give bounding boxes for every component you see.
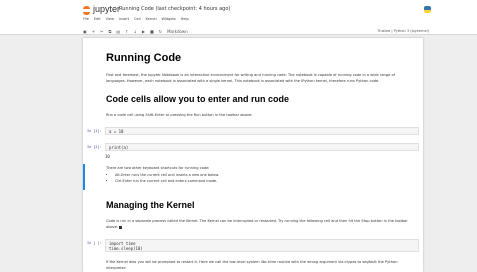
notebook-header: jupyter Running Code (last checkpoint: 4… [0,0,477,34]
code-cell-2[interactable]: print(a) [105,143,419,151]
menu-file[interactable]: File [83,17,89,23]
menu-widgets[interactable]: Widgets [162,17,176,23]
run-hint-text: Run a code cell using Shift-Enter or pre… [106,113,253,117]
copy-icon[interactable]: ⧉ [109,29,112,34]
menu-view[interactable]: View [106,17,114,23]
menu-kernel[interactable]: Kernel [146,17,157,23]
list-item: Ctrl-Enter run the current cell and ente… [115,178,219,184]
section-heading-code-cells: Code cells allow you to enter and run co… [106,94,290,104]
shortcuts-intro: There are two other keyboard shortcuts f… [106,166,210,170]
active-cell-indicator [83,164,85,190]
code-cell-1-source[interactable]: a = 10 [109,129,123,134]
intro-paragraph: First and foremost, the Jupyter Notebook… [106,73,395,83]
kernel-paragraph: Code is run in a separate process called… [106,218,411,230]
save-icon[interactable]: ▣ [83,29,87,34]
add-cell-icon[interactable]: + [92,29,95,34]
move-down-icon[interactable]: ↓ [134,29,137,34]
header-divider [0,34,477,35]
shortcut-list: Alt-Enter runs the current cell and inse… [109,172,219,184]
cell-3-prompt: In [ ]: [87,241,102,245]
code-cell-2-source[interactable]: print(a) [109,145,128,150]
stop-icon[interactable]: ■ [150,29,154,34]
cell-2-prompt: In [2]: [87,145,102,149]
menu-cell[interactable]: Cell [134,17,141,23]
menu-help[interactable]: Help [181,17,189,23]
kernel-status[interactable]: Trusted | Python 3 (ipykernel) [377,29,429,33]
notebook-page: Running Code First and foremost, the Jup… [83,38,423,272]
section-heading-kernel: Managing the Kernel [106,200,195,210]
cut-icon[interactable]: ✂ [100,29,103,34]
cell-type-select[interactable]: Markdown [167,29,188,34]
menu-bar: File Edit View Insert Cell Kernel Widget… [83,17,189,23]
kernel-paragraph-text: Code is run in a separate process called… [106,219,408,229]
cell-2-output: 10 [105,154,110,159]
brand-name[interactable]: jupyter [93,4,120,14]
code-cell-3-line-2[interactable]: time.sleep(10) [109,246,415,251]
code-cell-3[interactable]: import time time.sleep(10) [105,239,419,252]
restart-icon[interactable]: ↻ [159,29,162,34]
menu-edit[interactable]: Edit [94,17,101,23]
run-icon[interactable]: ▶ [142,29,145,34]
menu-insert[interactable]: Insert [119,17,129,23]
notebook-heading: Running Code [106,52,182,64]
stop-button-glyph-icon [119,225,123,229]
cell-1-prompt: In [1]: [87,129,102,133]
jupyter-logo-icon[interactable] [83,6,90,15]
code-cell-1[interactable]: a = 10 [105,127,419,135]
paste-icon[interactable]: ▤ [116,29,120,34]
move-up-icon[interactable]: ↑ [125,29,128,34]
notebook-title[interactable]: Running Code (last checkpoint: 4 hours a… [119,6,230,12]
kernel-paragraph-2: If the Kernel dies you will be prompted … [106,260,398,270]
python-logo-icon [424,6,431,13]
